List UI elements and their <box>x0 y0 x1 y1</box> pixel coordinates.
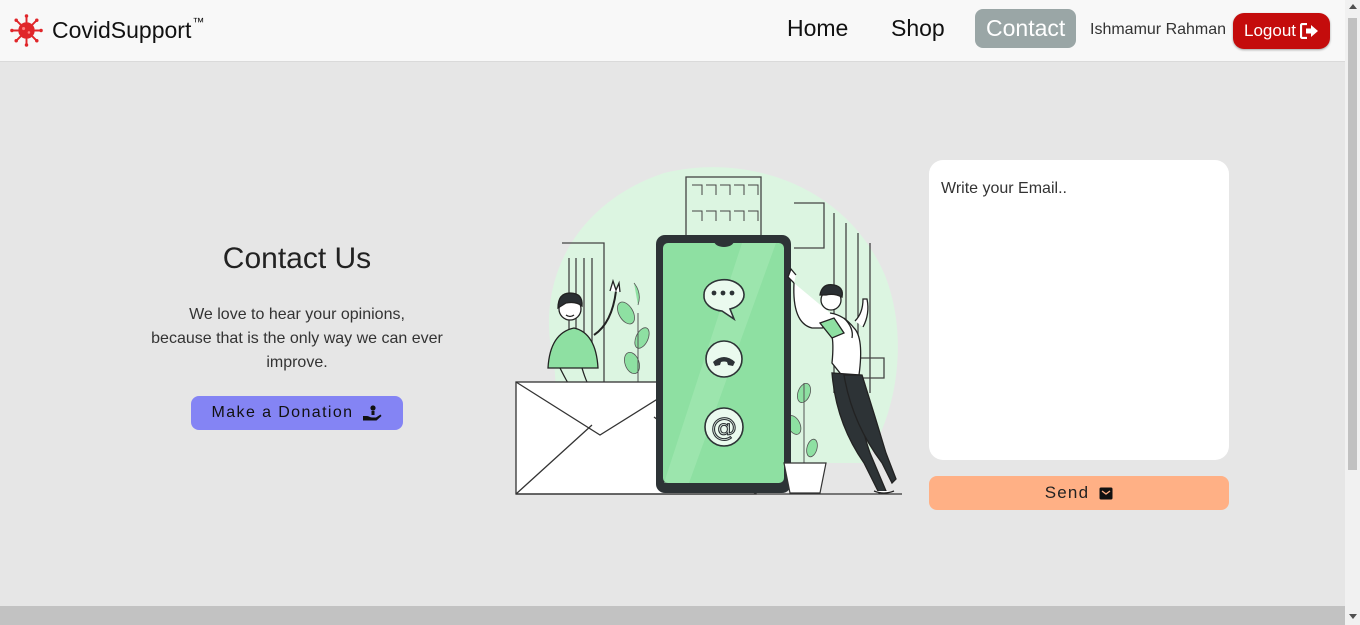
logout-button[interactable]: Logout <box>1233 13 1330 49</box>
contact-title: Contact Us <box>222 242 372 275</box>
email-textarea[interactable] <box>929 160 1229 460</box>
scrollbar-thumb[interactable] <box>1348 18 1357 470</box>
svg-text:@: @ <box>711 413 737 443</box>
logout-label: Logout <box>1244 21 1296 40</box>
description-line: We love to hear your opinions, <box>189 306 405 323</box>
nav-shop[interactable]: Shop <box>880 9 956 48</box>
make-donation-button[interactable]: Make a Donation <box>191 396 403 430</box>
nav-contact[interactable]: Contact <box>975 9 1077 48</box>
brand[interactable]: CovidSupport™ <box>10 14 204 47</box>
trademark-mark: ™ <box>192 15 205 29</box>
navbar: CovidSupport™ Home Shop Contact Ishmamur… <box>0 0 1345 62</box>
description-line: improve. <box>266 354 328 371</box>
scroll-up-arrow-icon[interactable] <box>1349 4 1357 9</box>
donate-label: Make a Donation <box>211 404 354 421</box>
vertical-scrollbar[interactable] <box>1345 0 1360 625</box>
sign-out-icon <box>1300 23 1318 39</box>
horizontal-scroll-track[interactable] <box>0 606 1345 625</box>
contact-illustration: @ <box>515 167 902 495</box>
envelope-icon <box>1099 487 1113 499</box>
send-button[interactable]: Send <box>929 476 1229 510</box>
send-label: Send <box>1044 483 1090 502</box>
username: Ishmamur Rahman <box>1090 21 1227 38</box>
contact-description: We love to hear your opinions, because t… <box>147 303 447 375</box>
hand-holding-icon <box>363 405 382 421</box>
scroll-down-arrow-icon[interactable] <box>1349 614 1357 619</box>
virus-logo-icon <box>10 14 43 47</box>
brand-name: CovidSupport™ <box>52 15 205 43</box>
description-line: because that is the only way we can ever <box>151 330 443 347</box>
nav-home[interactable]: Home <box>776 9 859 48</box>
